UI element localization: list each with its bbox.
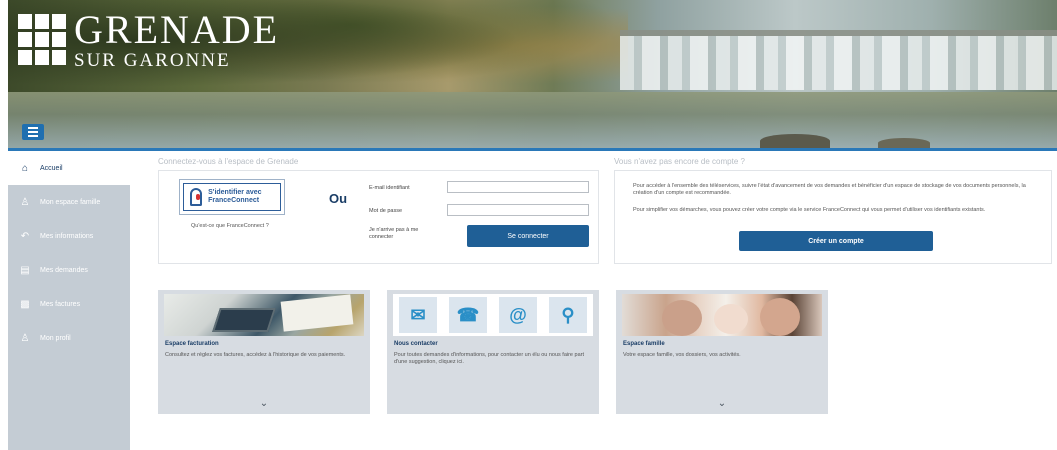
chevron-down-icon[interactable]: ⌄ xyxy=(158,398,370,409)
card-title: Nous contacter xyxy=(394,341,438,347)
sidebar-item-label: Mes informations xyxy=(40,232,94,240)
sidebar-item-label: Mes factures xyxy=(40,300,81,308)
create-account-button[interactable]: Créer un compte xyxy=(739,231,933,251)
person-icon: ♙ xyxy=(20,332,30,344)
page: GRENADE SUR GARONNE ⌂ Accueil ♙ Mon espa… xyxy=(0,0,1057,450)
family-image xyxy=(622,294,822,336)
sidebar-item-accueil[interactable]: ⌂ Accueil xyxy=(8,151,130,185)
sidebar-item-espace-famille[interactable]: ♙ Mon espace famille xyxy=(8,185,130,219)
card-description: Consultez et réglez vos factures, accéde… xyxy=(165,352,346,358)
arrow-icon: ↶ xyxy=(20,230,30,242)
franceconnect-help-link[interactable]: Qu'est-ce que FranceConnect ? xyxy=(191,223,269,229)
hamburger-icon[interactable] xyxy=(22,124,44,140)
card-espace-facturation[interactable]: Espace facturation Consultez et réglez v… xyxy=(158,290,370,414)
home-icon: ⌂ xyxy=(21,162,29,174)
sidebar-item-label: Mon profil xyxy=(40,334,71,342)
card-description: Pour toutes demandes d'informations, pou… xyxy=(394,352,584,365)
sidebar-item-label: Accueil xyxy=(40,164,63,172)
card-nous-contacter[interactable]: ✉ ☎ @ ⚲ Nous contacter Pour toutes deman… xyxy=(387,290,599,414)
header-divider xyxy=(8,148,1057,151)
franceconnect-label: S'identifier avec FranceConnect xyxy=(208,189,262,204)
login-section-title: Connectez-vous à l'espace de Grenade xyxy=(158,157,299,166)
password-label: Mot de passe xyxy=(369,208,403,214)
card-title: Espace facturation xyxy=(165,341,219,347)
sidebar-item-factures[interactable]: ▩ Mes factures xyxy=(8,287,130,321)
contact-image: ✉ ☎ @ ⚲ xyxy=(393,294,593,336)
wallet-icon: ▩ xyxy=(20,298,30,310)
chevron-down-icon[interactable]: ⌄ xyxy=(616,398,828,409)
sidebar: ⌂ Accueil ♙ Mon espace famille ↶ Mes inf… xyxy=(8,151,130,450)
sidebar-item-informations[interactable]: ↶ Mes informations xyxy=(8,219,130,253)
login-button[interactable]: Se connecter xyxy=(467,225,589,247)
sidebar-item-label: Mes demandes xyxy=(40,266,88,274)
phone-icon: ☎ xyxy=(449,297,487,333)
or-label: Ou xyxy=(329,191,348,206)
logo-title: GRENADE xyxy=(74,7,280,52)
franceconnect-button[interactable]: S'identifier avec FranceConnect xyxy=(179,179,285,215)
logo-subtitle: SUR GARONNE xyxy=(74,50,231,71)
create-account-text-franceconnect: Pour simplifier vos démarches, vous pouv… xyxy=(633,207,986,213)
mail-icon: ✉ xyxy=(399,297,437,333)
forgot-password-link[interactable]: Je n'arrive pas à me connecter xyxy=(369,227,435,241)
user-icon: ♙ xyxy=(20,196,30,208)
banner-rock xyxy=(878,138,930,148)
banner-weir xyxy=(620,30,1057,90)
banner-rock xyxy=(760,134,830,148)
email-field[interactable] xyxy=(447,181,589,193)
card-espace-famille[interactable]: Espace famille Votre espace famille, vos… xyxy=(616,290,828,414)
sidebar-item-profil[interactable]: ♙ Mon profil xyxy=(8,321,130,355)
site-logo[interactable]: GRENADE SUR GARONNE xyxy=(18,10,279,72)
at-icon: @ xyxy=(499,297,537,333)
login-panel: S'identifier avec FranceConnect Qu'est-c… xyxy=(158,170,599,264)
logo-grid-icon xyxy=(18,14,66,66)
create-account-panel: Pour accéder à l'ensemble des téléservic… xyxy=(614,170,1052,264)
sidebar-item-label: Mon espace famille xyxy=(40,198,101,206)
card-description: Votre espace famille, vos dossiers, vos … xyxy=(623,352,741,358)
password-field[interactable] xyxy=(447,204,589,216)
sidebar-item-demandes[interactable]: ▤ Mes demandes xyxy=(8,253,130,287)
email-label: E-mail identifiant xyxy=(369,185,410,191)
create-account-text: Pour accéder à l'ensemble des téléservic… xyxy=(633,183,1026,196)
card-title: Espace famille xyxy=(623,341,665,347)
card-icon: ▤ xyxy=(20,264,30,276)
franceconnect-icon xyxy=(190,188,203,206)
header-banner: GRENADE SUR GARONNE xyxy=(8,0,1057,148)
create-section-title: Vous n'avez pas encore de compte ? xyxy=(614,157,745,166)
location-pin-icon: ⚲ xyxy=(549,297,587,333)
billing-image xyxy=(164,294,364,336)
